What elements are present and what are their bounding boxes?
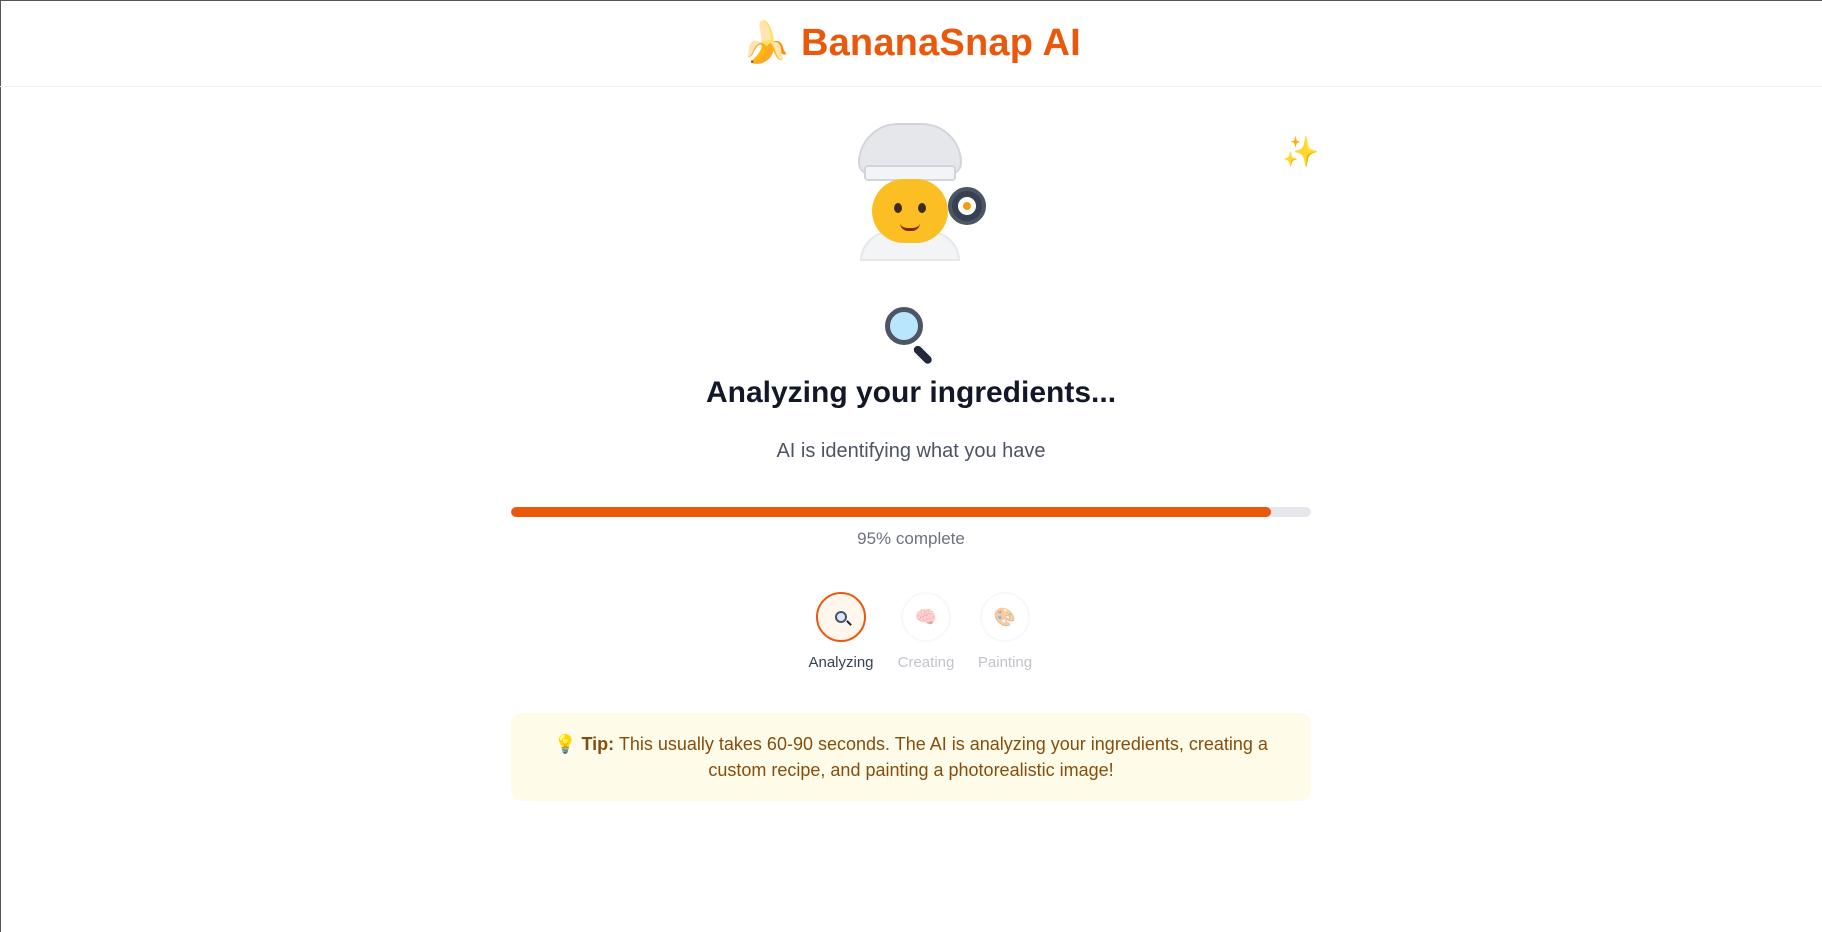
tip-box: 💡 Tip: This usually takes 60-90 seconds.…	[511, 713, 1311, 801]
step-label: Creating	[897, 654, 955, 671]
brand-name: BananaSnap AI	[800, 21, 1081, 64]
banana-icon: 🍌	[741, 20, 791, 66]
step-painting: 🎨 Painting	[960, 592, 1050, 671]
status-subtitle: AI is identifying what you have	[776, 440, 1046, 462]
step-creating-circle: 🧠	[901, 592, 951, 642]
tip-label: Tip:	[581, 734, 615, 754]
sparkles-icon: ✨	[1282, 135, 1320, 170]
magnifying-glass-icon	[835, 611, 847, 623]
step-indicator: Analyzing 🧠 Creating 🎨 Painting	[790, 592, 1032, 672]
magnifying-glass-icon	[881, 305, 941, 366]
brain-icon: 🧠	[914, 606, 938, 628]
top-header: 🍌 BananaSnap AI	[0, 0, 1822, 87]
step-label: Painting	[977, 654, 1033, 671]
progress-text: 95% complete	[857, 529, 965, 548]
palette-icon: 🎨	[993, 606, 1017, 628]
status-title: Analyzing your ingredients...	[705, 376, 1117, 409]
step-creating: 🧠 Creating	[881, 592, 971, 671]
step-painting-circle: 🎨	[980, 592, 1030, 642]
brand[interactable]: 🍌 BananaSnap AI	[741, 22, 1081, 65]
step-analyzing: Analyzing	[796, 592, 886, 671]
progress-bar	[511, 507, 1311, 517]
chef-cooking-icon	[840, 118, 986, 261]
step-analyzing-circle	[816, 592, 866, 642]
tip-text: This usually takes 60-90 seconds. The AI…	[618, 734, 1268, 780]
progress-bar-fill	[511, 507, 1271, 517]
step-label: Analyzing	[808, 654, 874, 671]
lightbulb-icon: 💡	[554, 734, 577, 754]
